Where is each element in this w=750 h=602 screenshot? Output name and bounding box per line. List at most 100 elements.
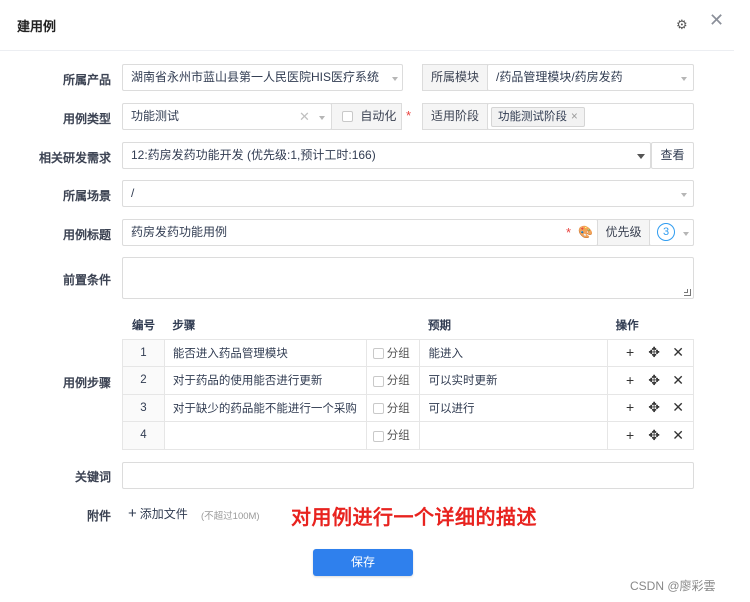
group-label: 分组: [386, 430, 410, 443]
close-icon[interactable]: ✕: [709, 10, 724, 31]
watermark: CSDN @廖彩雲: [630, 579, 716, 593]
annotation-text: 对用例进行一个详细的描述: [291, 507, 537, 529]
priority-select[interactable]: 3: [649, 219, 694, 246]
priority-value: 3: [657, 223, 675, 241]
priority-label: 优先级: [597, 219, 650, 246]
row-actions: + ✥ ✕: [607, 366, 694, 395]
title-label: 用例标题: [62, 228, 111, 242]
chevron-down-icon: [681, 77, 687, 81]
chevron-down-icon: [392, 77, 398, 81]
resize-handle-icon[interactable]: [684, 289, 691, 296]
steps-label: 用例步骤: [62, 376, 111, 390]
chevron-down-icon: [683, 232, 689, 236]
requirement-value: 12:药房发药功能开发 (优先级:1,预计工时:166): [131, 148, 376, 162]
delete-icon[interactable]: ✕: [666, 427, 690, 444]
group-checkbox[interactable]: 分组: [365, 338, 421, 367]
add-icon[interactable]: +: [618, 427, 642, 443]
checkbox-icon[interactable]: [372, 430, 384, 442]
table-row: 1 能否进入药品管理模块 分组 能进入 + ✥ ✕: [122, 338, 694, 367]
keywords-label: 关键词: [74, 470, 111, 484]
plus-icon: +: [128, 505, 137, 522]
step-number: 3: [122, 393, 165, 422]
case-type-label: 用例类型: [62, 112, 111, 126]
table-row: 2 对于药品的使用能否进行更新 分组 可以实时更新 + ✥ ✕: [122, 366, 694, 395]
case-type-value: 功能测试: [131, 109, 180, 123]
header-divider: [0, 50, 734, 51]
remove-tag-icon[interactable]: ×: [571, 111, 578, 123]
checkbox-icon[interactable]: [372, 375, 384, 387]
row-actions: + ✥ ✕: [607, 421, 694, 450]
add-file-label: 添加文件: [139, 507, 188, 521]
precondition-label: 前置条件: [62, 273, 111, 287]
delete-icon[interactable]: ✕: [666, 344, 690, 361]
step-input[interactable]: [163, 421, 367, 450]
required-marker: *: [406, 108, 412, 123]
row-actions: + ✥ ✕: [607, 338, 694, 367]
group-label: 分组: [386, 402, 410, 415]
attachment-label: 附件: [86, 509, 111, 523]
requirement-select[interactable]: 12:药房发药功能开发 (优先级:1,预计工时:166): [122, 142, 651, 169]
add-icon[interactable]: +: [618, 344, 642, 360]
precondition-textarea[interactable]: [122, 257, 694, 299]
col-step: 步骤: [164, 311, 367, 340]
title-input[interactable]: 药房发药功能用例 * 🎨: [122, 219, 598, 246]
chevron-down-icon: [319, 116, 325, 120]
checkbox-icon[interactable]: [372, 348, 384, 360]
row-actions: + ✥ ✕: [607, 393, 694, 422]
col-ops: 操作: [607, 311, 694, 340]
add-file-button[interactable]: + 添加文件: [128, 505, 188, 522]
expected-input[interactable]: 能进入: [419, 338, 609, 367]
step-number: 4: [122, 421, 165, 450]
module-select[interactable]: /药品管理模块/药房发药: [487, 64, 694, 91]
step-input[interactable]: 对于缺少的药品能不能进行一个采购: [163, 393, 367, 422]
group-label: 分组: [386, 347, 410, 360]
keywords-input[interactable]: [122, 462, 694, 489]
group-checkbox[interactable]: 分组: [365, 366, 421, 395]
expected-input[interactable]: [419, 421, 609, 450]
add-icon[interactable]: +: [618, 399, 642, 415]
view-requirement-button[interactable]: 查看: [651, 142, 694, 169]
expected-input[interactable]: 可以进行: [419, 393, 609, 422]
palette-icon[interactable]: 🎨: [578, 220, 593, 245]
gear-icon[interactable]: ⚙: [676, 17, 688, 33]
module-value: /药品管理模块/药房发药: [496, 70, 623, 84]
group-checkbox[interactable]: 分组: [365, 393, 421, 422]
group-checkbox[interactable]: 分组: [365, 421, 421, 450]
step-input[interactable]: 能否进入药品管理模块: [163, 338, 367, 367]
stage-label: 适用阶段: [422, 103, 488, 130]
attachment-hint: (不超过100M): [201, 511, 260, 522]
checkbox-icon[interactable]: [372, 403, 384, 415]
chevron-down-icon: [681, 193, 687, 197]
col-expected: 预期: [419, 311, 608, 340]
product-label: 所属产品: [62, 73, 111, 87]
scene-select[interactable]: /: [122, 180, 694, 207]
step-number: 1: [122, 338, 165, 367]
save-button[interactable]: 保存: [313, 549, 413, 576]
automation-label: 自动化: [360, 109, 397, 123]
delete-icon[interactable]: ✕: [666, 399, 690, 416]
move-icon[interactable]: ✥: [642, 399, 666, 416]
steps-table: 编号 步骤 预期 操作 1 能否进入药品管理模块 分组 能进入 + ✥ ✕ 2 对于…: [122, 311, 694, 450]
step-input[interactable]: 对于药品的使用能否进行更新: [163, 366, 367, 395]
automation-checkbox[interactable]: 自动化: [331, 103, 402, 130]
case-type-select[interactable]: 功能测试 ✕: [122, 103, 332, 130]
move-icon[interactable]: ✥: [642, 344, 666, 361]
add-icon[interactable]: +: [618, 372, 642, 388]
table-row: 4 分组 + ✥ ✕: [122, 421, 694, 450]
stage-tag: 功能测试阶段 ×: [491, 107, 585, 127]
title-value: 药房发药功能用例: [131, 225, 228, 239]
move-icon[interactable]: ✥: [642, 372, 666, 389]
expected-input[interactable]: 可以实时更新: [419, 366, 609, 395]
scene-value: /: [131, 186, 135, 200]
requirement-label: 相关研发需求: [38, 151, 111, 165]
table-row: 3 对于缺少的药品能不能进行一个采购 分组 可以进行 + ✥ ✕: [122, 393, 694, 422]
scene-label: 所属场景: [62, 189, 111, 203]
clear-icon[interactable]: ✕: [299, 104, 310, 129]
dialog-title: 建用例: [17, 19, 57, 34]
checkbox-icon[interactable]: [342, 111, 353, 123]
product-select[interactable]: 湖南省永州市蓝山县第一人民医院HIS医疗系统: [122, 64, 403, 91]
col-num: 编号: [122, 311, 165, 340]
delete-icon[interactable]: ✕: [666, 372, 690, 389]
chevron-down-icon: [637, 154, 645, 159]
move-icon[interactable]: ✥: [642, 427, 666, 444]
